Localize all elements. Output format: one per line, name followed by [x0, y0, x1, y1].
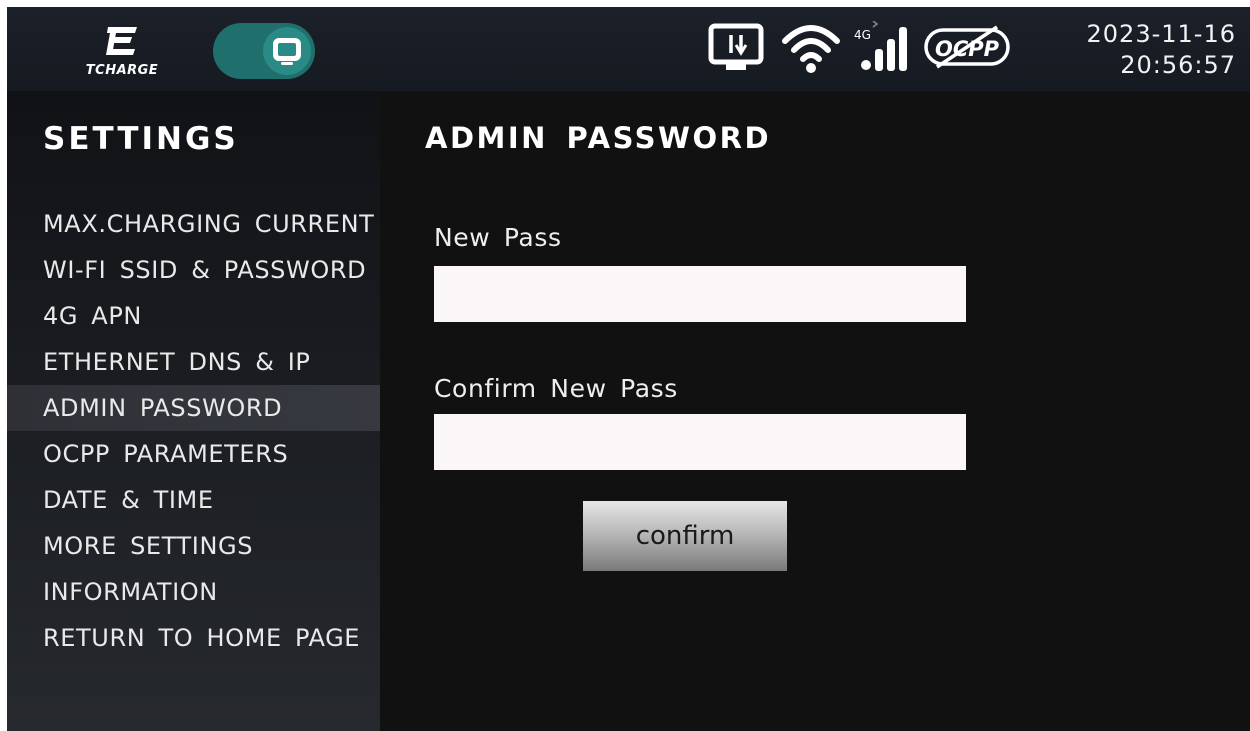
menu-item-more-settings[interactable]: MORE SETTINGS [7, 523, 380, 569]
menu-item-admin-password[interactable]: ADMIN PASSWORD [7, 385, 380, 431]
logo-text: TCHARGE [85, 63, 159, 78]
menu-item-ocpp-parameters[interactable]: OCPP PARAMETERS [7, 431, 380, 477]
time-text: 20:56:57 [1120, 51, 1236, 79]
display-mode-toggle[interactable] [213, 23, 315, 79]
admin-password-panel: ADMIN PASSWORD New Pass Confirm New Pass… [380, 91, 1250, 731]
menu-item-wifi-ssid-password[interactable]: WI-FI SSID & PASSWORD [7, 247, 380, 293]
menu-item-date-time[interactable]: DATE & TIME [7, 477, 380, 523]
sidebar-title: SETTINGS [43, 121, 239, 157]
charger-screen: TCHARGE 4G 2023-11-16 20:56:57 SETTINGS … [7, 7, 1250, 731]
menu-item-return-home[interactable]: RETURN TO HOME PAGE [7, 615, 380, 661]
confirm-pass-label: Confirm New Pass [434, 374, 678, 403]
menu-item-ethernet-dns-ip[interactable]: ETHERNET DNS & IP [7, 339, 380, 385]
wifi-icon [782, 25, 840, 73]
signal-label: 4G [854, 28, 871, 42]
ocpp-label: OCPP [935, 37, 1000, 61]
new-pass-label: New Pass [434, 223, 562, 252]
top-status-bar: TCHARGE 4G 2023-11-16 20:56:57 [7, 7, 1250, 91]
ocpp-disconnected-icon: OCPP [924, 25, 1010, 69]
menu-item-information[interactable]: INFORMATION [7, 569, 380, 615]
4g-signal-icon: 4G [854, 21, 907, 71]
new-pass-input[interactable] [434, 266, 966, 322]
settings-sidebar: SETTINGS MAX.CHARGING CURRENT WI-FI SSID… [7, 91, 380, 731]
page-title: ADMIN PASSWORD [425, 121, 772, 155]
menu-item-max-charging-current[interactable]: MAX.CHARGING CURRENT [7, 201, 380, 247]
confirm-pass-input[interactable] [434, 414, 966, 470]
toggle-knob[interactable] [263, 27, 311, 75]
menu-item-4g-apn[interactable]: 4G APN [7, 293, 380, 339]
logo-mark-icon [106, 27, 137, 55]
confirm-button[interactable]: confirm [583, 501, 787, 571]
settings-menu: MAX.CHARGING CURRENT WI-FI SSID & PASSWO… [7, 201, 380, 661]
ethernet-icon [708, 23, 764, 70]
datetime-display: 2023-11-16 20:56:57 [1087, 19, 1236, 81]
screen-icon [273, 38, 301, 65]
date-text: 2023-11-16 [1086, 20, 1236, 48]
tcharge-logo: TCHARGE [62, 21, 182, 81]
